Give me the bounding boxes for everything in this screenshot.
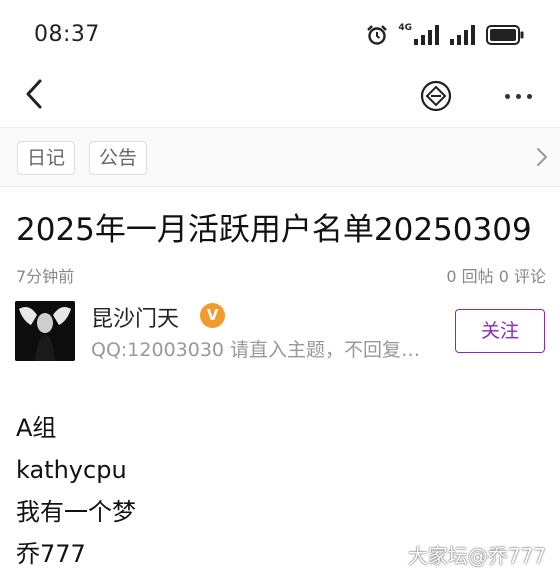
more-button[interactable] [498, 78, 538, 114]
back-button[interactable] [16, 76, 52, 116]
content-line: kathycpu [16, 456, 127, 484]
follow-button[interactable]: 关注 [455, 309, 545, 353]
avatar[interactable] [15, 301, 75, 361]
share-diamond-icon [418, 80, 454, 118]
author-row: 昆沙门天 V QQ:12003030 请直入主题，不回复你好在吗之类的 关注 [0, 298, 560, 364]
watermark: 大家坛@乔777 [407, 544, 546, 568]
tag-bar: 日记 公告 [0, 127, 560, 187]
more-dots-icon [504, 93, 510, 99]
post-stats: 0 回帖 0 评论 [446, 267, 546, 286]
cellular-signal-icon-2 [450, 25, 476, 45]
tag-announcement[interactable]: 公告 [89, 141, 148, 175]
back-arrow-icon [24, 79, 44, 113]
post-time: 7分钟前 [16, 267, 75, 286]
nav-bar [0, 66, 560, 126]
author-bio: QQ:12003030 请直入主题，不回复你好在吗之类的 [91, 339, 431, 361]
tag-diary[interactable]: 日记 [17, 141, 76, 175]
content-line: 我有一个梦 [16, 498, 136, 526]
share-button[interactable] [418, 78, 454, 114]
status-bar: 08:37 4G [0, 0, 560, 66]
cellular-signal-icon [414, 25, 440, 45]
post-title: 2025年一月活跃用户名单20250309 [16, 212, 532, 248]
author-name[interactable]: 昆沙门天 [91, 301, 179, 333]
chevron-right-icon[interactable] [536, 147, 548, 171]
post-meta: 7分钟前 0 回帖 0 评论 [16, 263, 546, 287]
status-icons: 4G [366, 22, 524, 48]
alarm-icon [366, 24, 388, 46]
battery-icon [486, 25, 524, 45]
verified-badge: V [200, 303, 225, 328]
content-line: A组 [16, 414, 57, 442]
network-type-label: 4G [398, 22, 412, 33]
status-time: 08:37 [34, 22, 100, 47]
